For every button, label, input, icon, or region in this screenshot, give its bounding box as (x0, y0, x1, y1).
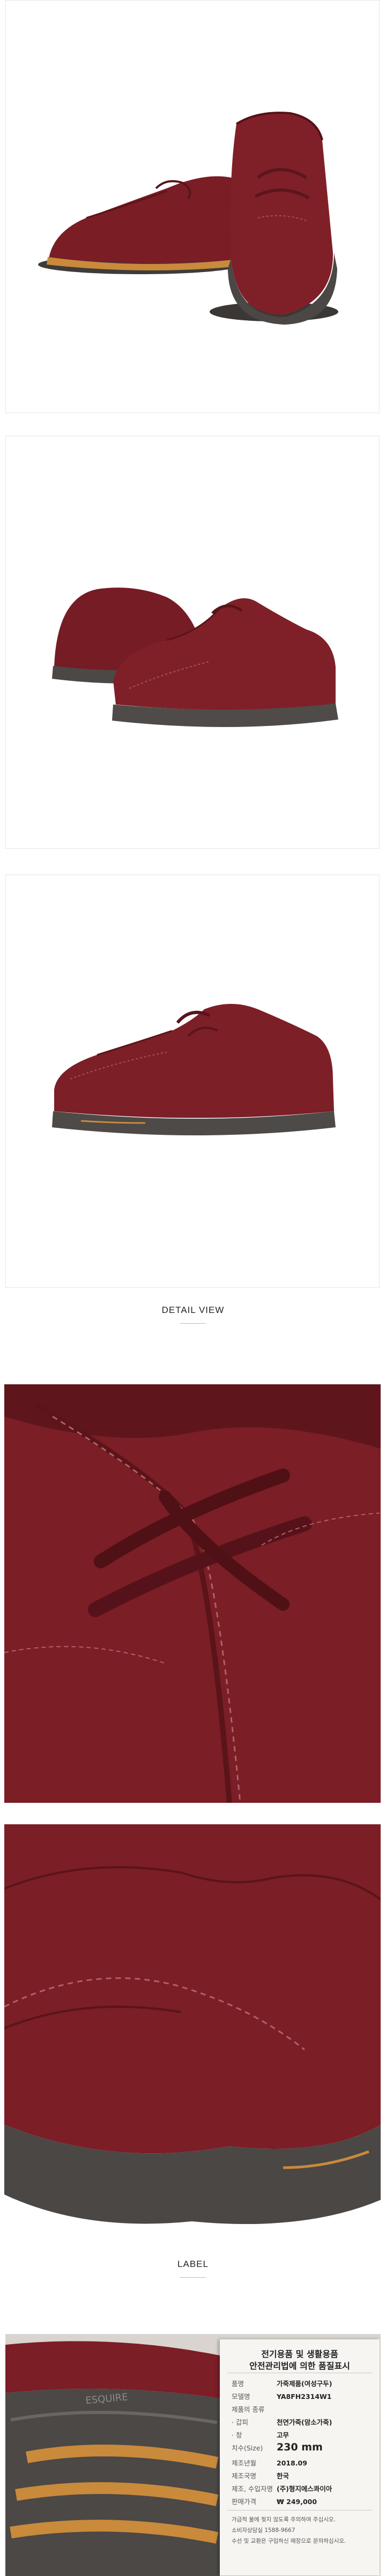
detail-view-heading: DETAIL VIEW (161, 1305, 225, 1315)
label-row: 모델명 YA8FH2314W1 (232, 2392, 332, 2401)
label-row: 판매가격 ₩ 249,000 (232, 2498, 317, 2506)
label-row: 제품의 종류 (232, 2405, 265, 2413)
label-row: 품명 가죽제품(여성구두) (232, 2380, 332, 2388)
label-heading: LABEL (177, 2259, 209, 2269)
label-rule (180, 2277, 206, 2278)
label-row: · 창 고무 (232, 2431, 290, 2439)
toe-closeup-image (4, 1824, 381, 2237)
label-divider (227, 2510, 372, 2511)
detail-view-rule (180, 1323, 206, 1324)
label-row: 제조국명 한국 (232, 2472, 290, 2480)
closeup-photo-toe (4, 1824, 381, 2237)
product-photo-panel-1 (5, 0, 380, 413)
label-title-line-2: 안전관리법에 의한 품질표시 (249, 2361, 350, 2371)
product-photo-panel-3 (5, 875, 380, 1288)
label-note: 가급적 물에 젖지 않도록 주의하여 주십시오. (232, 2516, 336, 2523)
label-row: 치수(Size) 230 mm (232, 2441, 323, 2453)
label-row: 제조년월 2018.09 (232, 2459, 307, 2467)
label-note: 소비자상담실 1588-9667 (232, 2527, 295, 2534)
laces-closeup-image (4, 1384, 381, 1803)
shoe-photo-pair-side (52, 588, 338, 728)
closeup-photo-laces (4, 1384, 381, 1803)
label-title-line-1: 전기용품 및 생활용품 (261, 2349, 338, 2359)
shoe-photo-pair-front (38, 112, 338, 325)
label-row: 제조, 수입자명 (주)형지에스콰이아 (232, 2485, 332, 2493)
product-photo-panel-2 (5, 436, 380, 849)
label-photo: ESQUIRE 전기용품 및 생활용품 안전관리법에 의한 품질표시 품명 가죽제… (5, 2334, 381, 2576)
label-note: 수선 및 교환은 구입하신 매장으로 문의하십시오. (232, 2538, 346, 2544)
label-row: · 갑피 천연가죽(암소가죽) (232, 2418, 332, 2426)
product-quality-label-card: 전기용품 및 생활용품 안전관리법에 의한 품질표시 품명 가죽제품(여성구두) … (220, 2339, 380, 2575)
shoe-photo-side (52, 1004, 336, 1135)
